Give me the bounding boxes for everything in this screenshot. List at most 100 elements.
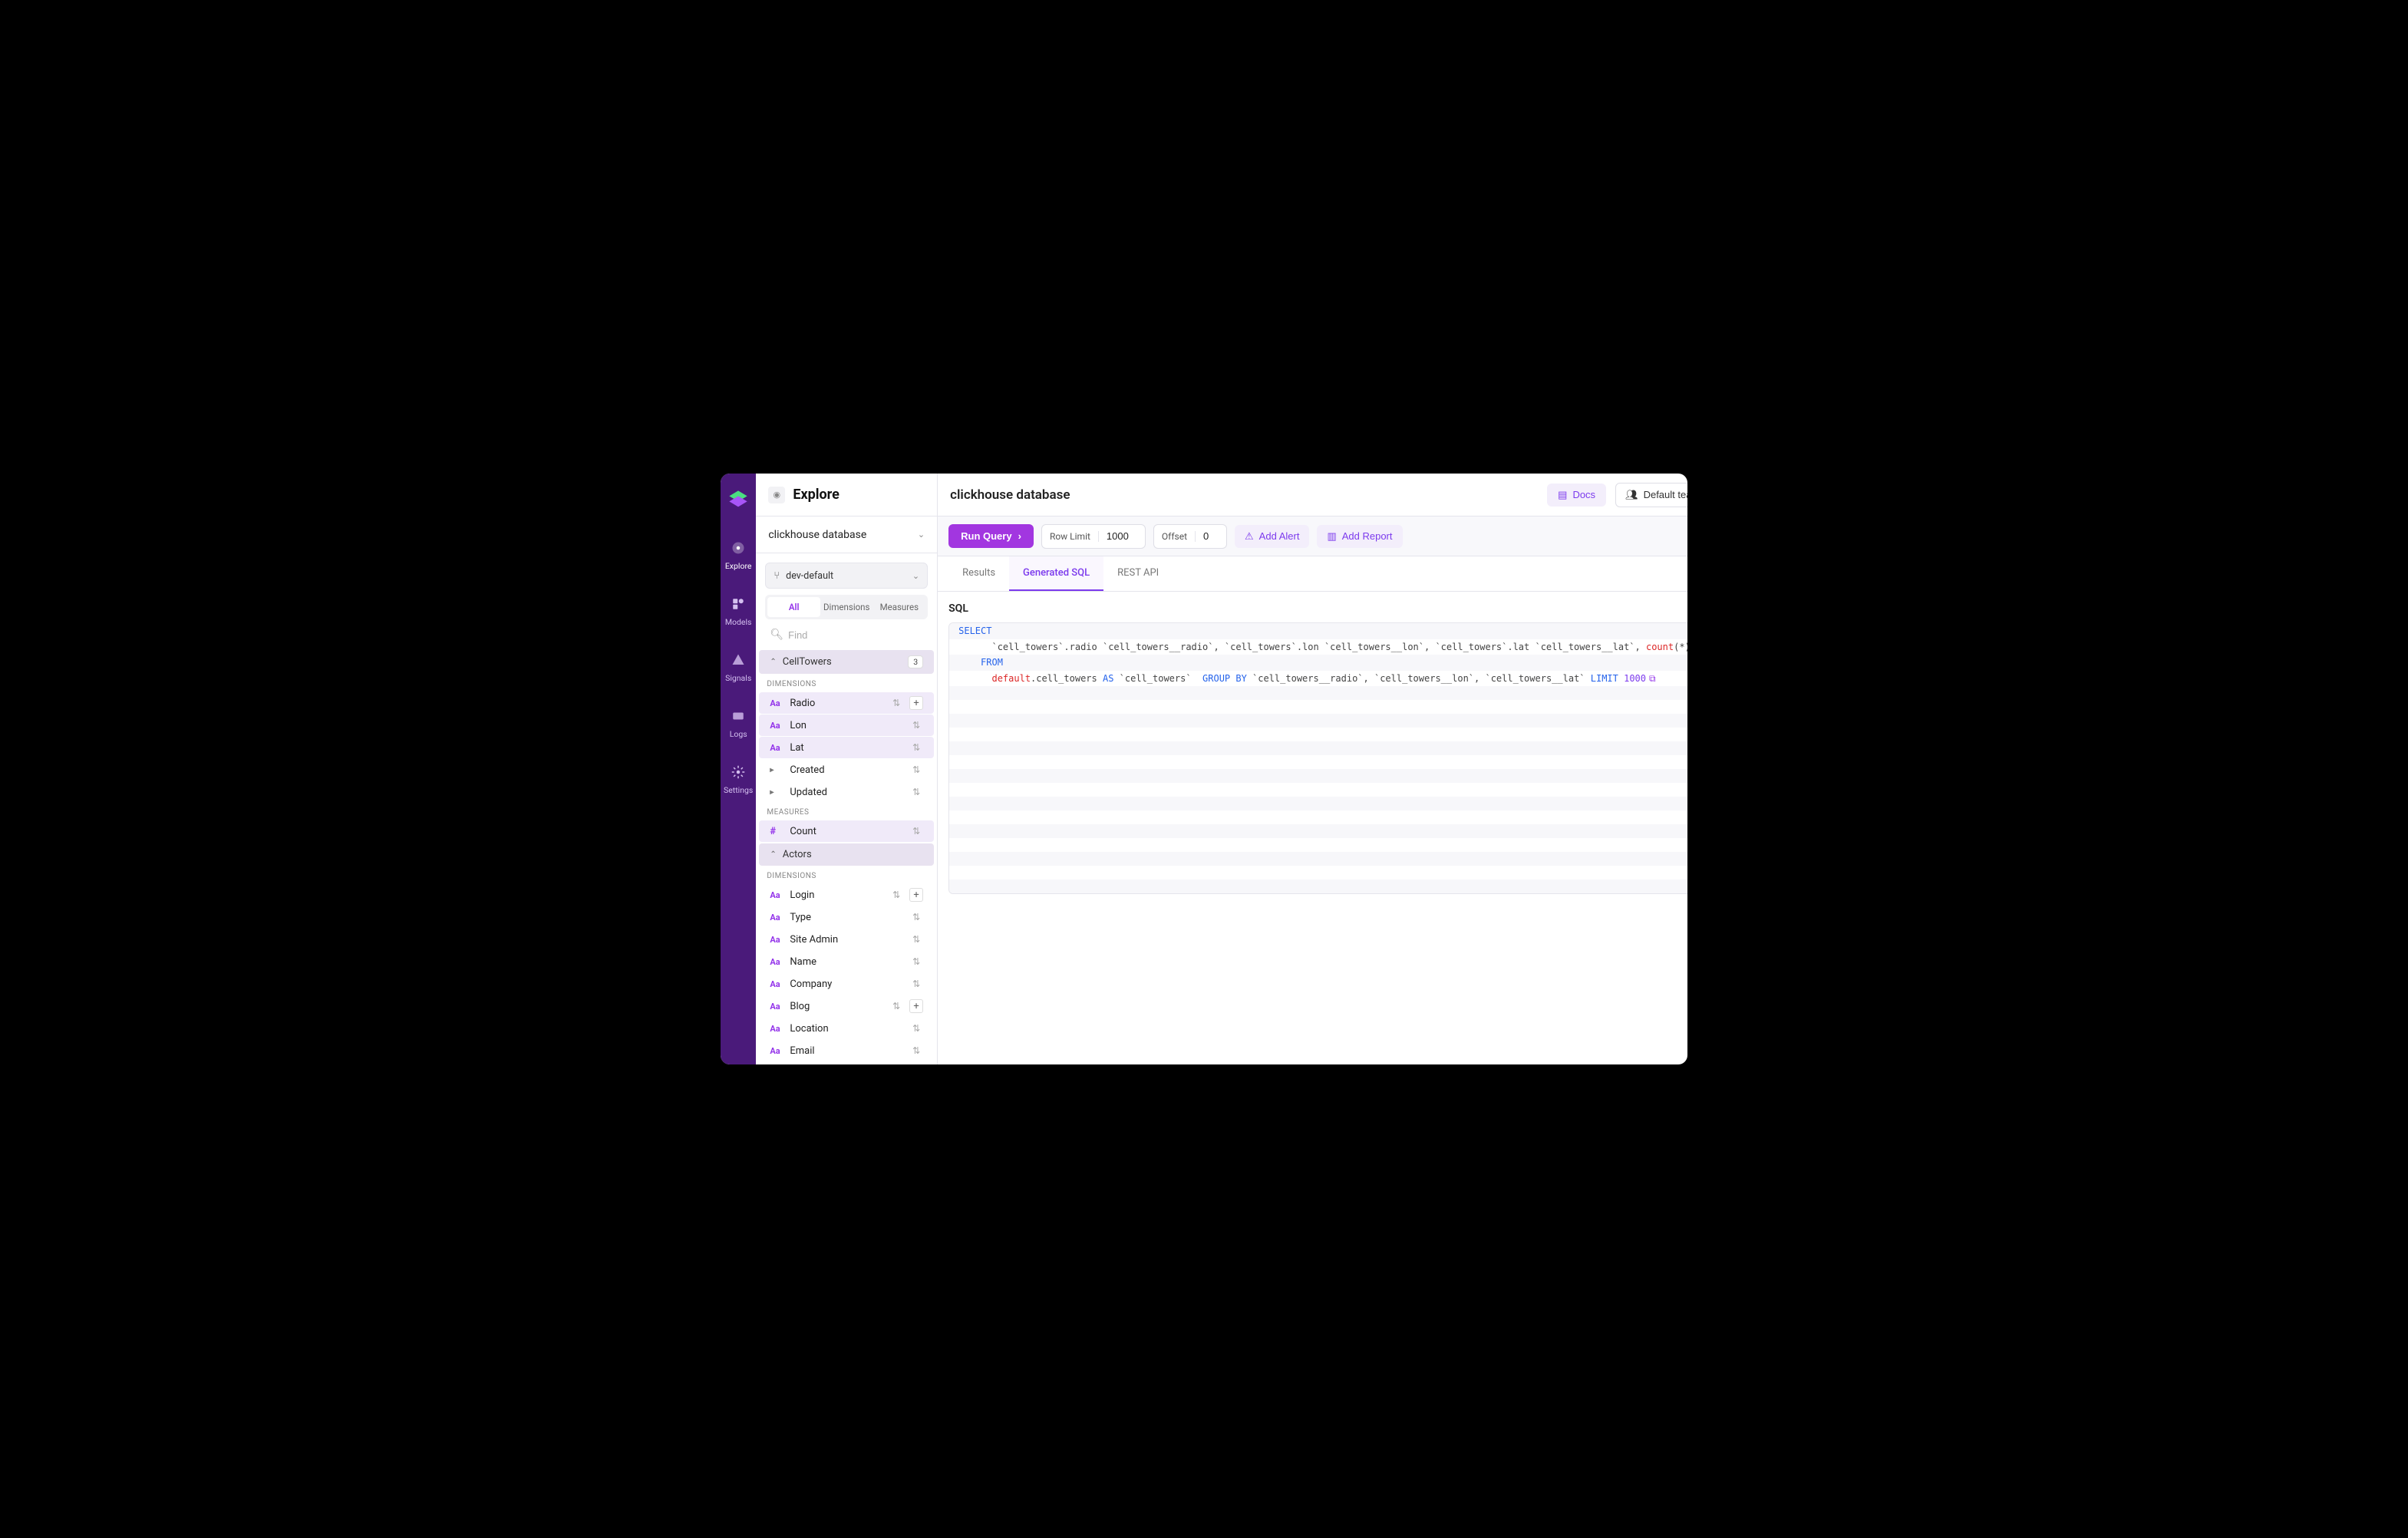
text-type-icon: Aa bbox=[770, 1002, 783, 1012]
rail-item-settings[interactable]: Settings bbox=[721, 753, 756, 806]
search-input[interactable] bbox=[788, 629, 923, 641]
text-type-icon: Aa bbox=[770, 721, 783, 731]
text-type-icon: Aa bbox=[770, 1024, 783, 1034]
branch-selector[interactable]: ⑂ dev-default ⌄ bbox=[765, 563, 928, 589]
add-button[interactable]: + bbox=[909, 888, 923, 902]
chevron-down-icon: ⌃ bbox=[770, 658, 776, 666]
sort-icon[interactable]: ⇅ bbox=[909, 785, 923, 799]
offset-input-group: Offset bbox=[1153, 524, 1227, 549]
dimension-blog[interactable]: Aa Blog ⇅ + bbox=[759, 995, 934, 1017]
sort-icon[interactable]: ⇅ bbox=[909, 1044, 923, 1058]
sql-keyword: GROUP BY bbox=[1202, 673, 1247, 684]
tree-group-celltowers[interactable]: ⌃ CellTowers 3 bbox=[759, 650, 934, 674]
offset-input[interactable] bbox=[1196, 530, 1226, 542]
field-label: Count bbox=[790, 826, 903, 837]
dimension-site-admin[interactable]: Aa Site Admin ⇅ bbox=[759, 929, 934, 950]
sql-literal: 1000 bbox=[1618, 673, 1646, 684]
add-report-button[interactable]: ▥ Add Report bbox=[1317, 525, 1402, 548]
dimension-login[interactable]: Aa Login ⇅ + bbox=[759, 884, 934, 906]
sort-icon[interactable]: ⇅ bbox=[909, 763, 923, 777]
dimension-lon[interactable]: Aa Lon ⇅ bbox=[759, 715, 934, 736]
dimension-name[interactable]: Aa Name ⇅ bbox=[759, 951, 934, 972]
alert-icon: ⚠ bbox=[1245, 530, 1254, 543]
rail-item-models[interactable]: Models bbox=[721, 585, 756, 638]
dimension-email[interactable]: Aa Email ⇅ bbox=[759, 1040, 934, 1061]
add-button[interactable]: + bbox=[909, 696, 923, 710]
dimension-type[interactable]: Aa Type ⇅ bbox=[759, 906, 934, 928]
sort-icon[interactable]: ⇅ bbox=[909, 955, 923, 969]
chevron-down-icon: ⌄ bbox=[918, 530, 925, 540]
sort-icon[interactable]: ⇅ bbox=[889, 696, 903, 710]
report-label: Add Report bbox=[1342, 530, 1393, 542]
team-icon: 👥︎ bbox=[1625, 489, 1638, 501]
dimension-radio[interactable]: Aa Radio ⇅ + bbox=[759, 692, 934, 714]
rail-label: Models bbox=[725, 617, 752, 627]
rail-label: Logs bbox=[730, 729, 747, 739]
row-limit-label: Row Limit bbox=[1042, 531, 1099, 542]
sort-icon[interactable]: ⇅ bbox=[889, 888, 903, 902]
filter-tabs: All Dimensions Measures bbox=[765, 595, 928, 619]
filter-tab-all[interactable]: All bbox=[767, 597, 820, 617]
chevron-down-icon: ⌃ bbox=[770, 850, 776, 859]
sort-icon[interactable]: ⇅ bbox=[909, 977, 923, 991]
dimension-lat[interactable]: Aa Lat ⇅ bbox=[759, 737, 934, 758]
explore-icon: ◉ bbox=[768, 487, 785, 503]
sql-keyword: SELECT bbox=[958, 625, 991, 636]
main-panel: clickhouse database ▤ Docs 👥︎ Default te… bbox=[938, 474, 1687, 1064]
database-selector[interactable]: clickhouse database ⌄ bbox=[756, 517, 937, 553]
sort-icon[interactable]: ⇅ bbox=[909, 824, 923, 838]
tab-results[interactable]: Results bbox=[948, 556, 1009, 591]
sort-icon[interactable]: ⇅ bbox=[909, 932, 923, 946]
sort-icon[interactable]: ⇅ bbox=[889, 999, 903, 1013]
field-label: Email bbox=[790, 1045, 903, 1057]
add-button[interactable]: + bbox=[909, 999, 923, 1013]
sql-text: `cell_towers__radio`, `cell_towers__lon`… bbox=[1247, 673, 1591, 684]
text-type-icon: Aa bbox=[770, 698, 783, 708]
database-name: clickhouse database bbox=[768, 529, 866, 541]
sql-keyword: LIMIT bbox=[1591, 673, 1618, 684]
dimension-company[interactable]: Aa Company ⇅ bbox=[759, 973, 934, 995]
sort-icon[interactable]: ⇅ bbox=[909, 1021, 923, 1035]
team-selector[interactable]: 👥︎ Default team ⌄ bbox=[1615, 483, 1687, 507]
content-area: SQL SELECT `cell_towers`.radio `cell_tow… bbox=[938, 592, 1687, 1064]
copy-icon[interactable]: ⧉ bbox=[1649, 673, 1656, 684]
rail-item-signals[interactable]: Signals bbox=[721, 641, 756, 694]
sort-icon[interactable]: ⇅ bbox=[909, 910, 923, 924]
docs-label: Docs bbox=[1572, 489, 1595, 500]
sql-function: count bbox=[1646, 642, 1674, 652]
dimension-updated[interactable]: ▸ Updated ⇅ bbox=[759, 781, 934, 803]
filter-tab-measures[interactable]: Measures bbox=[873, 597, 926, 617]
search-icon: 🔍︎ bbox=[770, 629, 783, 641]
dimensions-label: DIMENSIONS bbox=[756, 867, 937, 883]
tree-group-actors[interactable]: ⌃ Actors bbox=[759, 843, 934, 866]
run-query-button[interactable]: Run Query › bbox=[948, 524, 1034, 548]
measure-count[interactable]: # Count ⇅ bbox=[759, 820, 934, 842]
sort-icon[interactable]: ⇅ bbox=[909, 741, 923, 754]
dimensions-label: DIMENSIONS bbox=[756, 675, 937, 691]
filter-tab-dimensions[interactable]: Dimensions bbox=[820, 597, 873, 617]
team-label: Default team bbox=[1644, 489, 1687, 500]
compass-icon bbox=[730, 540, 747, 556]
gear-icon bbox=[730, 764, 747, 781]
rail-item-explore[interactable]: Explore bbox=[721, 529, 756, 582]
search-row: 🔍︎ bbox=[765, 625, 928, 644]
sidebar: ◉ Explore clickhouse database ⌄ ⑂ dev-de… bbox=[756, 474, 938, 1064]
app-window: Explore Models Signals Logs Settings ◉ E… bbox=[721, 474, 1687, 1064]
docs-button[interactable]: ▤ Docs bbox=[1547, 484, 1606, 507]
field-label: Location bbox=[790, 1023, 903, 1035]
row-limit-input[interactable] bbox=[1099, 530, 1145, 542]
field-label: Lon bbox=[790, 720, 903, 731]
measures-label: MEASURES bbox=[756, 804, 937, 820]
dimension-location[interactable]: Aa Location ⇅ bbox=[759, 1018, 934, 1039]
tab-rest-api[interactable]: REST API bbox=[1103, 556, 1173, 591]
sql-heading: SQL bbox=[948, 602, 1687, 615]
text-type-icon: Aa bbox=[770, 957, 783, 967]
add-alert-button[interactable]: ⚠ Add Alert bbox=[1235, 525, 1309, 548]
tab-generated-sql[interactable]: Generated SQL bbox=[1009, 556, 1103, 591]
rail-item-logs[interactable]: Logs bbox=[721, 697, 756, 750]
dimension-created[interactable]: ▸ Created ⇅ bbox=[759, 759, 934, 781]
sql-code-box[interactable]: SELECT `cell_towers`.radio `cell_towers_… bbox=[948, 622, 1687, 894]
alert-label: Add Alert bbox=[1259, 530, 1300, 542]
sort-icon[interactable]: ⇅ bbox=[909, 718, 923, 732]
sql-text: `cell_towers`.radio `cell_towers__radio`… bbox=[958, 642, 1646, 652]
